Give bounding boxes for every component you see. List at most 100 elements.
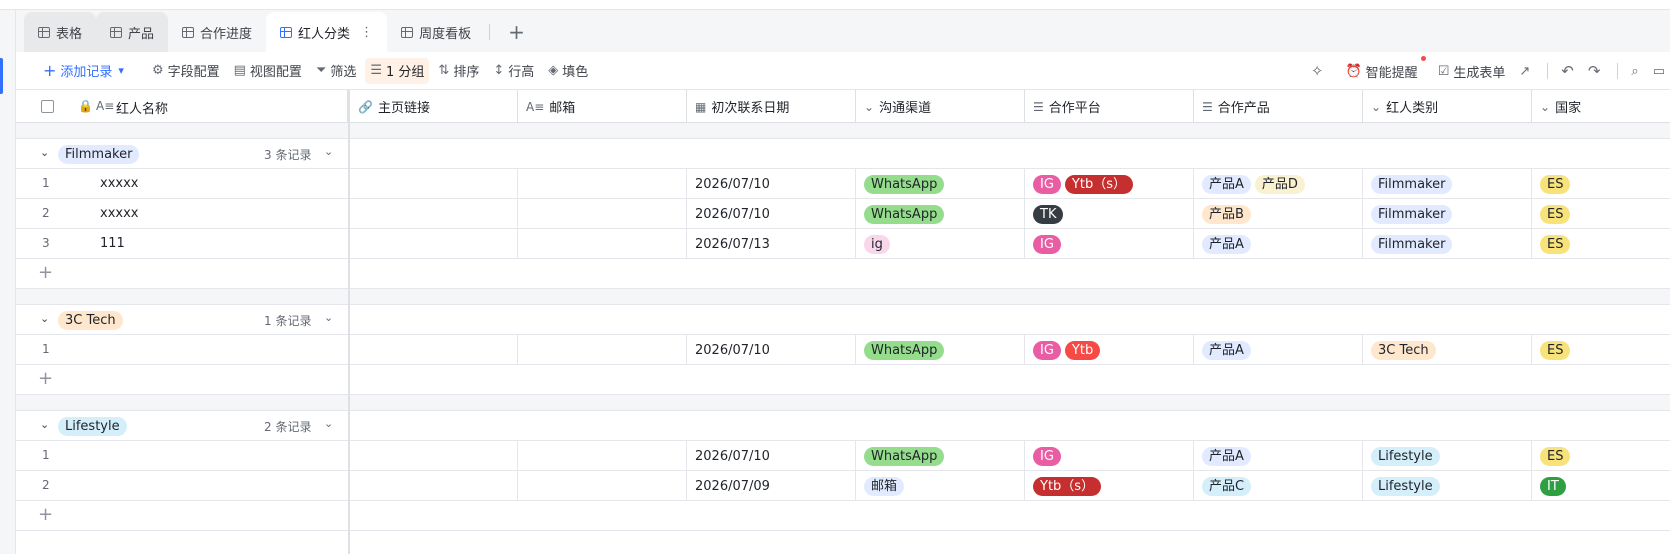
cell-name[interactable]: xxxxx: [100, 176, 138, 191]
cell-category[interactable]: 3C Tech: [1363, 335, 1532, 365]
tab-hongren-fenlei[interactable]: 红人分类 ⋮: [266, 12, 388, 52]
column-header-email[interactable]: A≡ 邮箱: [518, 90, 687, 123]
cell-platforms[interactable]: IG: [1025, 441, 1194, 471]
add-record-button[interactable]: + 添加记录 ▾: [38, 58, 129, 84]
cell-channel[interactable]: 邮箱: [856, 471, 1025, 501]
table-row[interactable]: 1 2026/07/10 WhatsApp IG 产品A Lifestyle ES: [16, 441, 1670, 471]
cell-category[interactable]: Filmmaker: [1363, 169, 1532, 199]
cell-products[interactable]: 产品A: [1194, 335, 1363, 365]
cell-channel[interactable]: WhatsApp: [856, 335, 1025, 365]
search-button[interactable]: ⌕: [1626, 58, 1643, 84]
cell-channel[interactable]: ig: [856, 229, 1025, 259]
cell-products[interactable]: 产品A: [1194, 229, 1363, 259]
chevron-down-icon[interactable]: ⌄: [40, 146, 49, 159]
fill-color-button[interactable]: ◈ 填色: [543, 58, 593, 84]
column-header-product[interactable]: ☰ 合作产品: [1194, 90, 1363, 123]
share-button[interactable]: ↗: [1514, 58, 1535, 84]
cell-link[interactable]: [350, 441, 518, 471]
group-record-count[interactable]: 3 条记录: [264, 146, 311, 163]
column-header-channel[interactable]: ⌄ 沟通渠道: [856, 90, 1025, 123]
column-header-date[interactable]: ▦ 初次联系日期: [687, 90, 856, 123]
cell-link[interactable]: [350, 199, 518, 229]
table-row[interactable]: 1 2026/07/10 WhatsApp IG Ytb 产品A 3C Tech ES: [16, 335, 1670, 365]
cell-name[interactable]: xxxxx: [100, 206, 138, 221]
comment-button[interactable]: ▭: [1648, 58, 1670, 84]
cell-date[interactable]: 2026/07/10: [687, 335, 856, 365]
ai-button[interactable]: ✧: [1306, 58, 1329, 84]
column-header-platform[interactable]: ☰ 合作平台: [1025, 90, 1194, 123]
cell-channel[interactable]: WhatsApp: [856, 441, 1025, 471]
cell-channel[interactable]: WhatsApp: [856, 199, 1025, 229]
column-header-country[interactable]: ⌄ 国家: [1532, 90, 1670, 123]
cell-category[interactable]: Lifestyle: [1363, 471, 1532, 501]
cell-country[interactable]: ES: [1532, 199, 1670, 229]
chevron-down-icon[interactable]: ⌄: [40, 418, 49, 431]
more-vertical-icon[interactable]: ⋮: [360, 25, 373, 40]
cell-date[interactable]: 2026/07/09: [687, 471, 856, 501]
column-header-name[interactable]: 🔒 A≡ 红人名称: [16, 90, 348, 123]
group-record-count[interactable]: 2 条记录: [264, 418, 311, 435]
select-all-checkbox[interactable]: [41, 100, 54, 113]
cell-country[interactable]: ES: [1532, 335, 1670, 365]
cell-products[interactable]: 产品B: [1194, 199, 1363, 229]
table-row[interactable]: 1 xxxxx 2026/07/10 WhatsApp IG Ytb（s） 产品A 产品D Fi…: [16, 169, 1670, 199]
tab-hezuo-jindu[interactable]: 合作进度: [168, 12, 266, 52]
table-row[interactable]: 2 xxxxx 2026/07/10 WhatsApp TK 产品B Filmmaker ES: [16, 199, 1670, 229]
redo-button[interactable]: ↷: [1583, 58, 1606, 84]
cell-platforms[interactable]: IG Ytb: [1025, 335, 1194, 365]
smart-remind-button[interactable]: ⏰ 智能提醒: [1340, 56, 1426, 84]
tab-zhoudu-kanban[interactable]: 周度看板: [387, 12, 485, 52]
cell-link[interactable]: [350, 471, 518, 501]
cell-platforms[interactable]: TK: [1025, 199, 1194, 229]
cell-link[interactable]: [350, 229, 518, 259]
add-row-button[interactable]: +: [16, 259, 1670, 289]
cell-category[interactable]: Lifestyle: [1363, 441, 1532, 471]
cell-email[interactable]: [518, 441, 687, 471]
column-header-category[interactable]: ⌄ 红人类别: [1363, 90, 1532, 123]
field-config-button[interactable]: ⚙ 字段配置: [147, 58, 225, 84]
cell-date[interactable]: 2026/07/10: [687, 169, 856, 199]
cell-link[interactable]: [350, 335, 518, 365]
sort-button[interactable]: ⇅ 排序: [433, 58, 484, 84]
cell-country[interactable]: ES: [1532, 169, 1670, 199]
cell-email[interactable]: [518, 471, 687, 501]
cell-country[interactable]: ES: [1532, 229, 1670, 259]
group-record-count[interactable]: 1 条记录: [264, 312, 311, 329]
cell-products[interactable]: 产品A: [1194, 441, 1363, 471]
cell-email[interactable]: [518, 229, 687, 259]
add-row-button[interactable]: +: [16, 365, 1670, 395]
chevron-down-icon[interactable]: ⌄: [40, 312, 49, 325]
column-header-link[interactable]: 🔗 主页链接: [350, 90, 518, 123]
cell-country[interactable]: IT: [1532, 471, 1670, 501]
group-header[interactable]: ⌄ 3C Tech 1 条记录 ⌄: [16, 305, 1670, 335]
view-config-button[interactable]: ▤ 视图配置: [229, 58, 307, 84]
cell-date[interactable]: 2026/07/10: [687, 199, 856, 229]
cell-email[interactable]: [518, 169, 687, 199]
cell-platforms[interactable]: IG Ytb（s）: [1025, 169, 1194, 199]
cell-email[interactable]: [518, 199, 687, 229]
cell-category[interactable]: Filmmaker: [1363, 199, 1532, 229]
cell-platforms[interactable]: IG: [1025, 229, 1194, 259]
add-view-button[interactable]: +: [498, 12, 535, 52]
cell-link[interactable]: [350, 169, 518, 199]
group-header[interactable]: ⌄ Filmmaker 3 条记录 ⌄: [16, 139, 1670, 169]
cell-date[interactable]: 2026/07/13: [687, 229, 856, 259]
table-row[interactable]: 2 2026/07/09 邮箱 Ytb（s） 产品C Lifestyle IT: [16, 471, 1670, 501]
add-row-button[interactable]: +: [16, 501, 1670, 531]
cell-platforms[interactable]: Ytb（s）: [1025, 471, 1194, 501]
row-height-button[interactable]: ↕ 行高: [488, 58, 539, 84]
cell-email[interactable]: [518, 335, 687, 365]
cell-products[interactable]: 产品A 产品D: [1194, 169, 1363, 199]
filter-button[interactable]: ⏷ 筛选: [311, 58, 361, 84]
tab-biaoge[interactable]: 表格: [24, 12, 97, 52]
tab-chanpin[interactable]: 产品: [96, 12, 169, 52]
generate-form-button[interactable]: ☑ 生成表单: [1433, 58, 1511, 84]
cell-name[interactable]: 111: [100, 236, 125, 251]
group-button[interactable]: ☰ 1 分组: [365, 57, 430, 84]
undo-button[interactable]: ↶: [1556, 58, 1579, 84]
cell-category[interactable]: Filmmaker: [1363, 229, 1532, 259]
table-row[interactable]: 3 111 2026/07/13 ig IG 产品A Filmmaker ES: [16, 229, 1670, 259]
cell-date[interactable]: 2026/07/10: [687, 441, 856, 471]
group-header[interactable]: ⌄ Lifestyle 2 条记录 ⌄: [16, 411, 1670, 441]
cell-channel[interactable]: WhatsApp: [856, 169, 1025, 199]
